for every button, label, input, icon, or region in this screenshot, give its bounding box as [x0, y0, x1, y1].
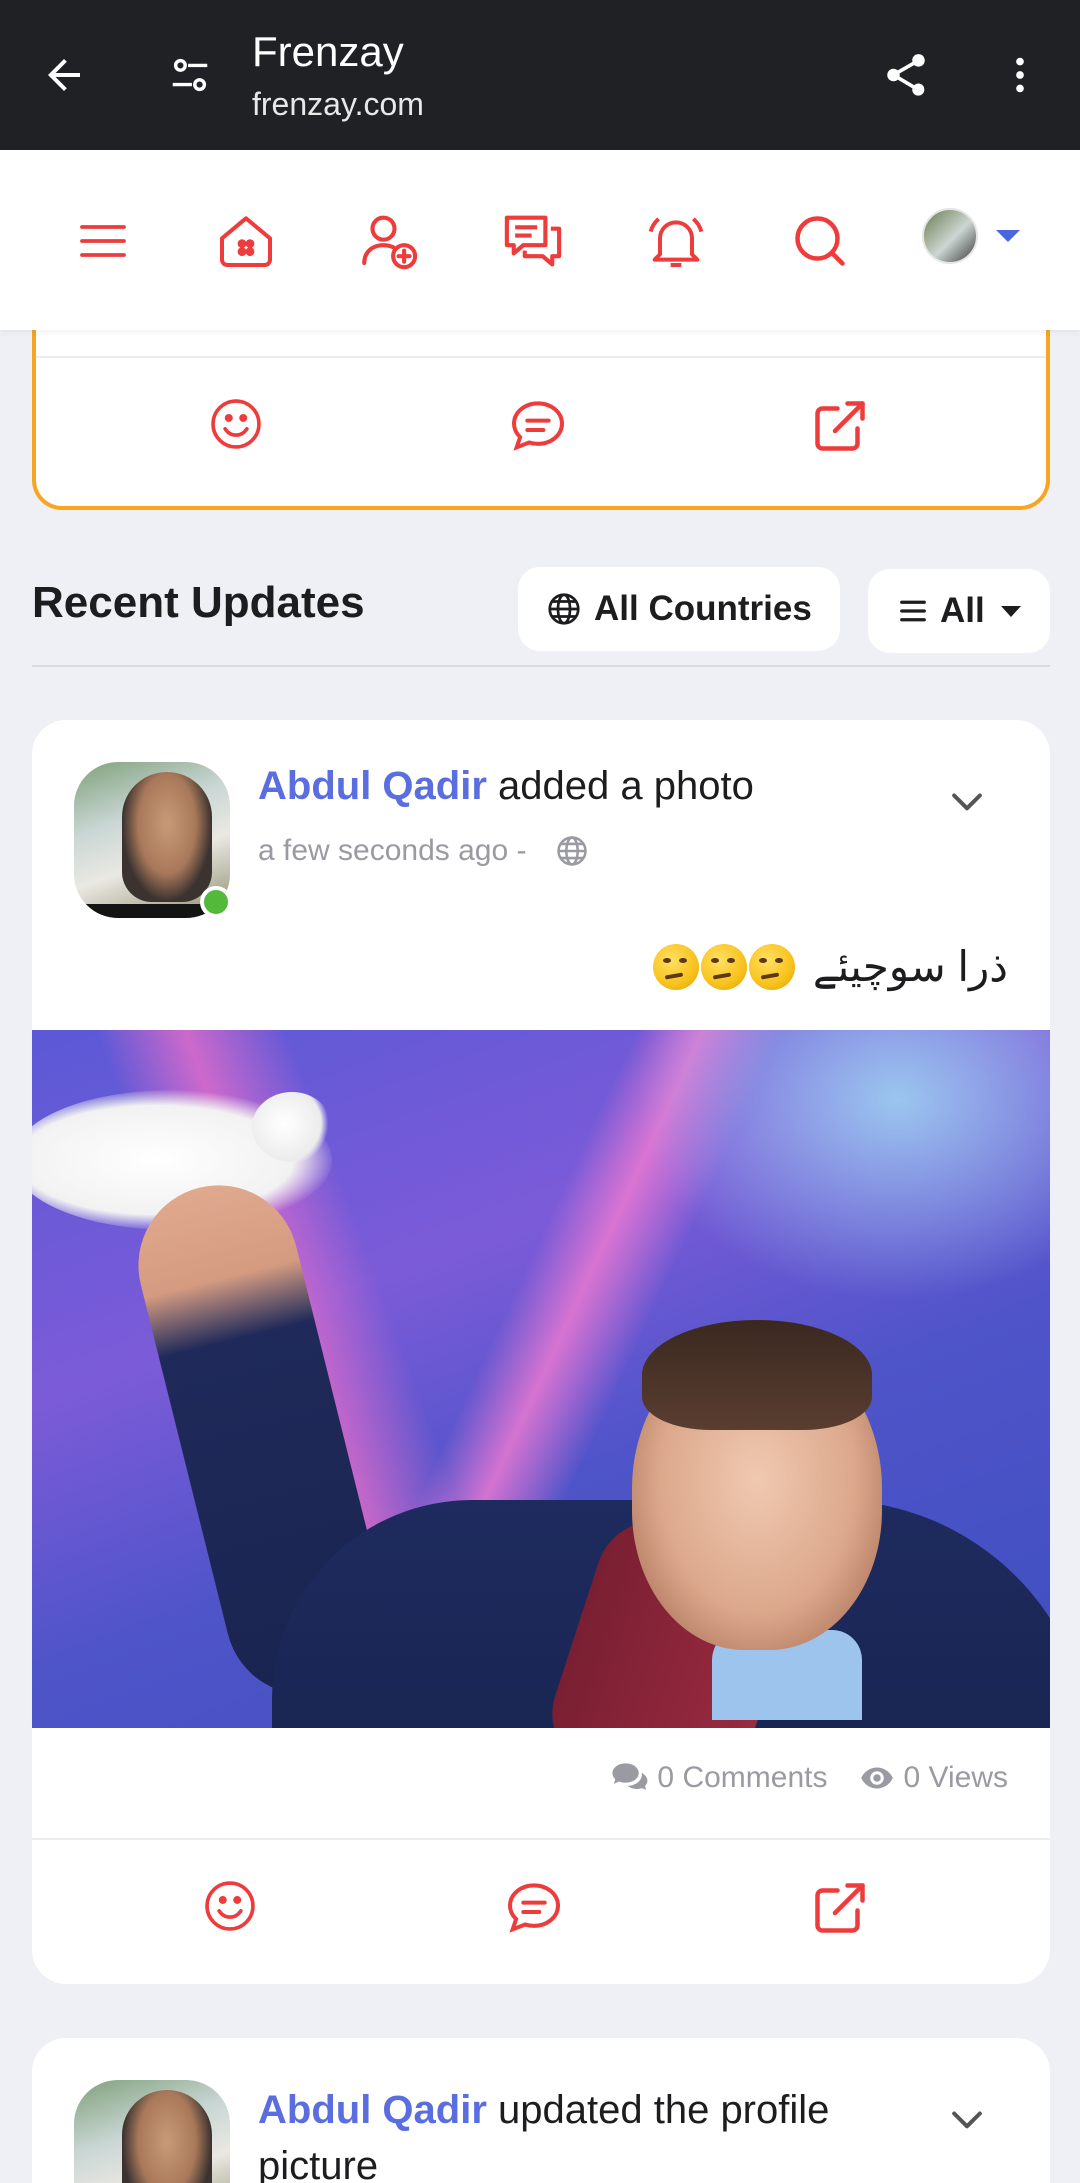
app-navbar: [0, 150, 1080, 330]
post-action-text: added a photo: [498, 764, 754, 808]
views-count: 0 Views: [859, 1760, 1008, 1796]
comments-icon: [612, 1763, 648, 1790]
site-title: Frenzay: [252, 28, 404, 75]
post-options-chevron-icon[interactable]: [942, 776, 992, 826]
back-arrow-icon[interactable]: [34, 40, 94, 110]
post-header: Abdul Qadir added a photo: [258, 764, 754, 809]
post-card: Abdul Qadir updated the profile picture: [32, 2038, 1050, 2183]
react-smile-icon[interactable]: [194, 1870, 266, 1942]
country-filter-label: All Countries: [594, 589, 812, 628]
share-external-icon[interactable]: [804, 390, 876, 462]
home-icon[interactable]: [211, 206, 281, 276]
post-timestamp[interactable]: a few seconds ago -: [258, 834, 527, 868]
thinking-emoji-icon: [652, 943, 699, 990]
messages-icon[interactable]: [498, 206, 568, 276]
divider: [32, 665, 1050, 667]
caret-down-icon: [1000, 605, 1021, 617]
section-title: Recent Updates: [32, 578, 365, 627]
site-settings-icon[interactable]: [160, 40, 220, 110]
notifications-bell-icon[interactable]: [641, 206, 711, 276]
privacy-globe-icon: [555, 834, 589, 868]
post-caption: ذرا سوچیئے: [812, 943, 1008, 990]
thinking-emoji-icon: [748, 943, 795, 990]
browser-toolbar: Frenzay frenzay.com: [0, 0, 1080, 150]
author-avatar[interactable]: [74, 2080, 230, 2183]
add-friend-icon[interactable]: [354, 206, 424, 276]
more-vert-icon[interactable]: [990, 40, 1050, 110]
post-photo[interactable]: [32, 1030, 1050, 1728]
type-filter-dropdown[interactable]: All: [868, 569, 1050, 653]
thinking-emoji-icon: [700, 943, 747, 990]
react-smile-icon[interactable]: [200, 388, 272, 460]
author-name-link[interactable]: Abdul Qadir: [258, 764, 487, 808]
online-status-dot: [200, 886, 232, 918]
post-options-chevron-icon[interactable]: [942, 2094, 992, 2144]
author-name-link[interactable]: Abdul Qadir: [258, 2088, 487, 2132]
country-filter-button[interactable]: All Countries: [518, 567, 840, 651]
comment-icon[interactable]: [498, 1872, 570, 1944]
share-external-icon[interactable]: [804, 1872, 876, 1944]
caret-down-icon[interactable]: [996, 230, 1020, 242]
divider: [36, 356, 1046, 358]
comment-icon[interactable]: [502, 390, 574, 462]
views-count-label: 0 Views: [903, 1761, 1008, 1794]
post-card: Abdul Qadir added a photo a few seconds …: [32, 720, 1050, 1984]
list-icon: [900, 600, 926, 622]
comments-count[interactable]: 0 Comments: [611, 1761, 827, 1795]
eye-icon: [861, 1767, 894, 1789]
divider: [32, 1838, 1050, 1840]
globe-icon: [548, 593, 580, 625]
post-stats: 0 Comments 0 Views: [611, 1760, 1008, 1796]
search-icon[interactable]: [785, 206, 855, 276]
post-text: ذرا سوچیئے: [652, 942, 1008, 991]
comments-count-label: 0 Comments: [657, 1761, 828, 1794]
site-url[interactable]: frenzay.com: [252, 86, 424, 123]
post-header: Abdul Qadir updated the profile picture: [258, 2082, 918, 2183]
type-filter-label: All: [940, 591, 985, 630]
menu-icon[interactable]: [68, 206, 138, 276]
profile-avatar[interactable]: [922, 208, 978, 264]
share-icon[interactable]: [876, 40, 936, 110]
post-meta: a few seconds ago -: [258, 834, 589, 868]
